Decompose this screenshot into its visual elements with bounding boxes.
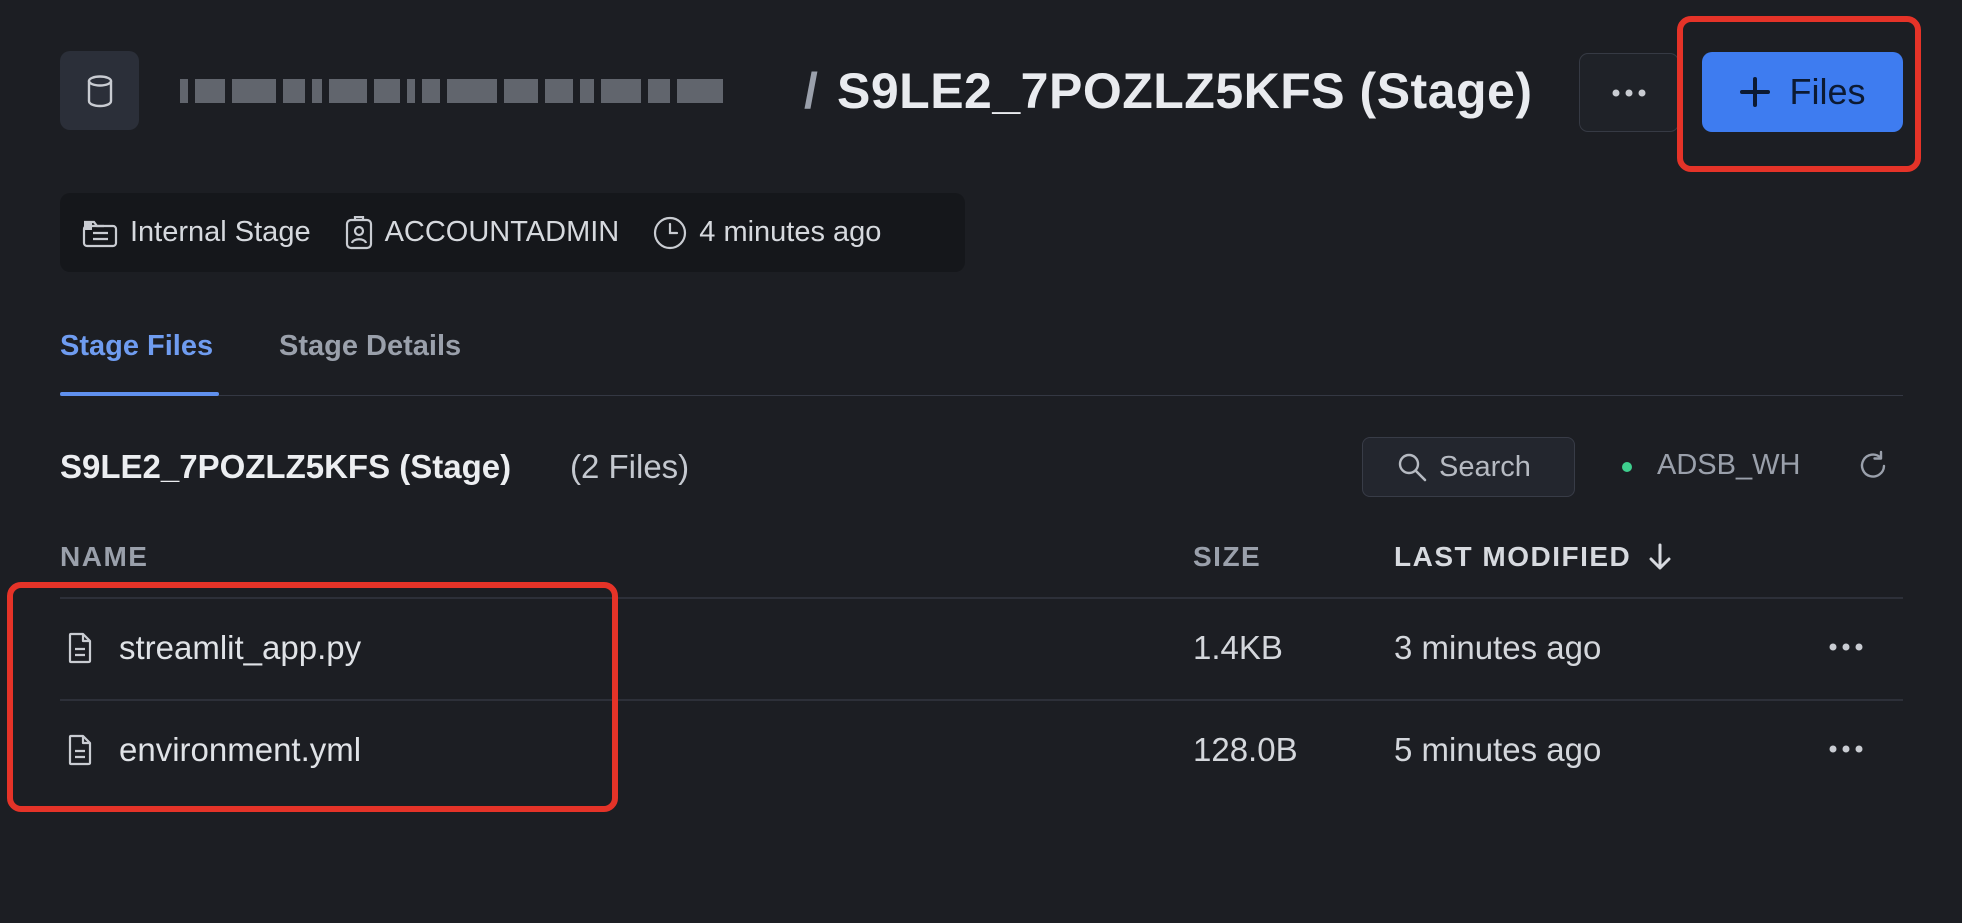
column-header-name[interactable]: NAME — [60, 541, 148, 573]
more-actions-button[interactable] — [1579, 53, 1679, 132]
refresh-icon — [1860, 450, 1886, 478]
tabs-divider — [60, 395, 1903, 396]
refresh-button[interactable] — [1857, 450, 1889, 482]
tab-stage-details[interactable]: Stage Details — [279, 330, 461, 363]
internal-stage-icon — [82, 220, 118, 247]
clock-icon — [654, 216, 687, 249]
tab-stage-files[interactable]: Stage Files — [60, 330, 213, 363]
file-modified: 5 minutes ago — [1394, 731, 1602, 768]
column-header-last-modified[interactable]: LAST MODIFIED — [1394, 541, 1673, 573]
arrow-down-icon — [1649, 543, 1671, 570]
created-time-label: 4 minutes ago — [699, 216, 882, 248]
stage-type: Internal Stage — [82, 216, 311, 249]
file-size: 128.0B — [1193, 731, 1298, 768]
role-badge-icon — [345, 215, 372, 249]
section-title: S9LE2_7POZLZ5KFS (Stage) — [60, 448, 512, 485]
highlight-files-button — [1677, 16, 1921, 172]
ellipsis-icon — [1829, 643, 1863, 651]
highlight-file-rows — [7, 582, 618, 812]
column-header-size[interactable]: SIZE — [1193, 541, 1261, 573]
warehouse-status-dot — [1622, 462, 1632, 472]
row-more-button[interactable] — [1829, 745, 1863, 753]
row-more-button[interactable] — [1829, 643, 1863, 651]
search-label: Search — [1439, 450, 1531, 483]
page-title: S9LE2_7POZLZ5KFS (Stage) — [837, 63, 1533, 119]
stage-owner: ACCOUNTADMIN — [345, 215, 620, 250]
breadcrumb-separator: / — [804, 63, 818, 119]
database-icon — [87, 74, 112, 107]
stage-created: 4 minutes ago — [653, 216, 881, 250]
breadcrumb-redacted[interactable] — [180, 72, 788, 110]
search-button[interactable]: Search — [1362, 437, 1575, 497]
stage-type-label: Internal Stage — [130, 216, 311, 248]
owner-role-label: ACCOUNTADMIN — [384, 216, 620, 248]
column-header-last-modified-label: LAST MODIFIED — [1394, 541, 1632, 572]
file-count: (2 Files) — [570, 448, 690, 485]
ellipsis-icon — [1612, 89, 1646, 96]
active-tab-indicator — [60, 392, 219, 396]
ellipsis-icon — [1829, 745, 1863, 753]
search-icon — [1398, 453, 1427, 482]
file-size: 1.4KB — [1193, 629, 1283, 666]
file-modified: 3 minutes ago — [1394, 629, 1602, 666]
stage-meta-bar: Internal Stage ACCOUNTADMIN 4 minutes ag… — [60, 193, 965, 272]
database-tile — [60, 51, 139, 130]
warehouse-selector[interactable]: ADSB_WH — [1657, 449, 1800, 482]
